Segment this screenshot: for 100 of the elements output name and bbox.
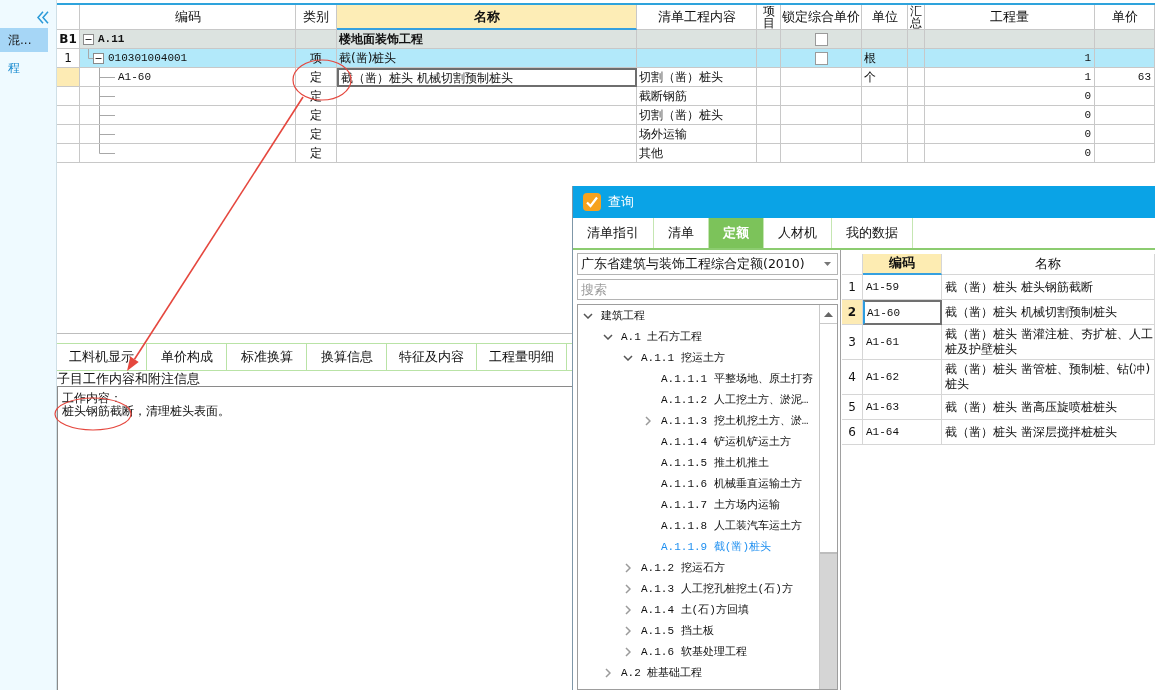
chevron-right-icon[interactable]	[625, 583, 631, 594]
panel-tab[interactable]: 单价构成	[147, 344, 227, 370]
code-text: A1-62	[866, 371, 899, 383]
collapse-icon[interactable]	[83, 33, 94, 45]
checkbox[interactable]	[814, 32, 828, 46]
column-header[interactable]: 编码	[863, 254, 942, 275]
tree-item[interactable]: A.1.3 人工挖孔桩挖土(石)方	[641, 581, 793, 596]
code-edit-field[interactable]: A1-60	[863, 300, 942, 325]
row-header[interactable]	[57, 106, 80, 125]
tree-item[interactable]: A.1.1.4 铲运机铲运土方	[661, 434, 791, 449]
column-header[interactable]: 汇总	[908, 5, 925, 30]
content-text: 切割（凿）桩头	[639, 108, 723, 122]
row-header[interactable]: 6	[842, 420, 863, 445]
dialog-tab[interactable]: 清单指引	[573, 218, 654, 248]
tree-item[interactable]: A.1.6 软基处理工程	[641, 644, 747, 659]
column-header[interactable]: 名称	[337, 5, 637, 30]
section-caption: 子目工作内容和附注信息	[57, 371, 200, 386]
row-header[interactable]	[57, 144, 80, 163]
row-header[interactable]: B1	[57, 30, 80, 49]
collapse-icon[interactable]	[93, 52, 104, 64]
name-text: 截（凿）桩头 凿管桩、预制桩、钻(冲) 桩头	[945, 361, 1151, 393]
unit-text: 个	[864, 70, 876, 84]
column-header[interactable]: 工程量	[925, 5, 1095, 30]
row-header[interactable]: 2	[842, 300, 863, 325]
row-header[interactable]	[57, 125, 80, 144]
unit-text: 根	[864, 51, 876, 65]
panel-tab[interactable]: 换算信息	[307, 344, 387, 370]
checkbox[interactable]	[814, 51, 828, 65]
tree-item[interactable]: A.1.1.6 机械垂直运输土方	[661, 476, 802, 491]
name-edit-field[interactable]: 截（凿）桩头 机械切割预制桩头	[337, 68, 637, 87]
category-text: 定	[310, 146, 322, 160]
code-text: A1-59	[866, 281, 899, 293]
tree-item[interactable]: A.1.1.3 挖土机挖土方、淤…	[661, 413, 809, 428]
column-header[interactable]: 类别	[296, 5, 337, 30]
tree-item[interactable]: A.1.1.9 截(凿)桩头	[661, 539, 771, 554]
chevron-right-icon[interactable]	[625, 562, 631, 573]
code-text: A1-61	[866, 336, 899, 348]
chevron-right-icon[interactable]	[645, 415, 651, 426]
tree-item[interactable]: A.1.1.2 人工挖土方、淤泥…	[661, 392, 809, 407]
column-header[interactable]: 锁定综合单价	[781, 5, 862, 30]
double-chevron-left-icon[interactable]	[37, 11, 49, 24]
tree-item[interactable]: A.1.4 土(石)方回填	[641, 602, 749, 617]
dialog-tab[interactable]: 人材机	[764, 218, 832, 248]
code-text: 010301004001	[108, 51, 188, 65]
name-text: 截（凿）桩头 凿深层搅拌桩桩头	[945, 423, 1117, 441]
triangle-up-icon	[824, 311, 833, 317]
column-header[interactable]: 单位	[862, 5, 908, 30]
tree-item[interactable]: A.1.1.1 平整场地、原土打夯	[661, 371, 813, 386]
tree-item[interactable]: A.1.2 挖运石方	[641, 560, 725, 575]
panel-tab[interactable]: 工程量明细	[477, 344, 567, 370]
row-header[interactable]	[57, 68, 80, 87]
row-header[interactable]: 1	[57, 49, 80, 68]
tree-item[interactable]: A.1.5 挡土板	[641, 623, 714, 638]
tree-item[interactable]: A.2 桩基础工程	[621, 665, 703, 680]
chevron-down-icon[interactable]	[623, 354, 633, 361]
tree-item[interactable]: A.1.1.5 推土机推土	[661, 455, 769, 470]
search-field[interactable]: 搜索	[577, 279, 838, 300]
tree-item[interactable]: A.1.1.8 人工装汽车运土方	[661, 518, 802, 533]
panel-tab[interactable]: 特征及内容	[387, 344, 477, 370]
column-header[interactable]: 清单工程内容	[637, 5, 757, 30]
content-text: 切割（凿）桩头	[639, 70, 723, 84]
chevron-down-icon[interactable]	[583, 312, 593, 319]
tree-item[interactable]: 建筑工程	[601, 308, 645, 323]
sidebar-item[interactable]: 程	[0, 56, 48, 80]
code-text: A.11	[98, 32, 125, 46]
column-header[interactable]: 编码	[80, 5, 296, 30]
content-text: 截断钢筋	[639, 89, 687, 103]
library-dropdown[interactable]: 广东省建筑与装饰工程综合定额(2010)	[577, 253, 838, 275]
name-text: 截(凿)桩头	[339, 51, 397, 65]
column-header[interactable]: 名称	[942, 254, 1155, 275]
table-cell	[862, 125, 908, 144]
chevron-down-icon[interactable]	[603, 333, 613, 340]
corner-cell[interactable]	[57, 5, 80, 30]
row-header[interactable]: 4	[842, 360, 863, 395]
chevron-right-icon[interactable]	[625, 625, 631, 636]
content-text: 其他	[639, 146, 663, 160]
category-text: 定	[310, 127, 322, 141]
content-text: 场外运输	[639, 127, 687, 141]
scrollbar-thumb[interactable]	[820, 324, 837, 554]
panel-tab[interactable]: 标准换算	[227, 344, 307, 370]
row-header[interactable]: 3	[842, 325, 863, 360]
column-header[interactable]: 单价	[1095, 5, 1155, 30]
row-header[interactable]	[57, 87, 80, 106]
tree-item[interactable]: A.1 土石方工程	[621, 329, 703, 344]
tree-line	[88, 49, 93, 59]
category-text: 项	[310, 51, 322, 65]
code-text: A1-64	[866, 426, 899, 438]
quantity-text: 0	[1084, 146, 1091, 160]
sidebar-item[interactable]: 混...	[0, 28, 48, 52]
chevron-right-icon[interactable]	[605, 667, 611, 678]
row-header[interactable]: 5	[842, 395, 863, 420]
quantity-text: 0	[1084, 89, 1091, 103]
column-header[interactable]: 项目	[757, 5, 781, 30]
chevron-right-icon[interactable]	[625, 646, 631, 657]
chevron-right-icon[interactable]	[625, 604, 631, 615]
tree-item[interactable]: A.1.1 挖运土方	[641, 350, 725, 365]
quantity-text: 1	[1084, 70, 1091, 84]
tree-item[interactable]: A.1.1.7 土方场内运输	[661, 497, 780, 512]
dialog-tab[interactable]: 我的数据	[832, 218, 913, 248]
quantity-text: 0	[1084, 127, 1091, 141]
